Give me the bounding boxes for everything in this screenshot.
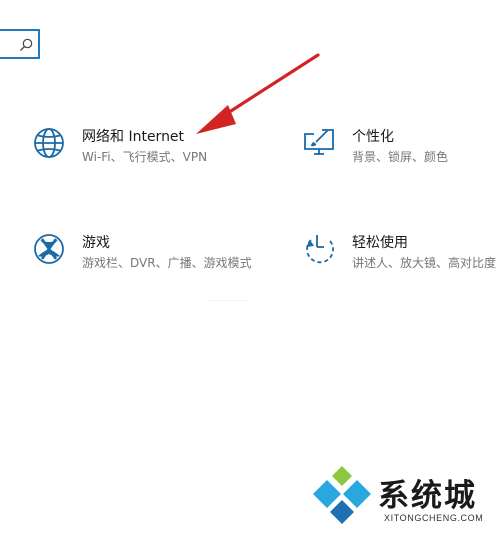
watermark-text: 系统城 [378, 478, 477, 514]
ease-of-access-icon [306, 235, 334, 264]
tile-title: 游戏 [82, 235, 110, 251]
tile-description: 讲述人、放大镜、高对比度 [352, 256, 497, 270]
watermark-logo-icon [313, 466, 371, 524]
tile-ease-of-access[interactable]: 轻松使用 讲述人、放大镜、高对比度 [302, 232, 500, 276]
tile-title: 网络和 Internet [82, 129, 185, 145]
tile-description: 游戏栏、DVR、广播、游戏模式 [82, 256, 252, 270]
tile-title: 轻松使用 [352, 235, 408, 251]
paint-screen-icon [304, 129, 334, 155]
tile-personalization[interactable]: 个性化 背景、锁屏、颜色 [302, 126, 498, 170]
search-icon[interactable] [18, 37, 34, 53]
divider [210, 300, 248, 301]
tile-gaming[interactable]: 游戏 游戏栏、DVR、广播、游戏模式 [32, 232, 272, 276]
tile-description: 背景、锁屏、颜色 [352, 150, 449, 164]
watermark-url: XITONGCHENG.COM [384, 513, 484, 523]
settings-page: 网络和 Internet Wi-Fi、飞行模式、VPN 个性化 背景、锁屏、颜色… [0, 0, 500, 539]
globe-icon [34, 128, 64, 158]
tile-description: Wi-Fi、飞行模式、VPN [82, 150, 208, 164]
tile-title: 个性化 [352, 129, 394, 145]
watermark: 系统城 XITONGCHENG.COM [304, 466, 500, 539]
xbox-icon [34, 234, 64, 264]
tile-network-internet[interactable]: 网络和 Internet Wi-Fi、飞行模式、VPN [32, 126, 262, 170]
search-box[interactable] [0, 29, 40, 59]
